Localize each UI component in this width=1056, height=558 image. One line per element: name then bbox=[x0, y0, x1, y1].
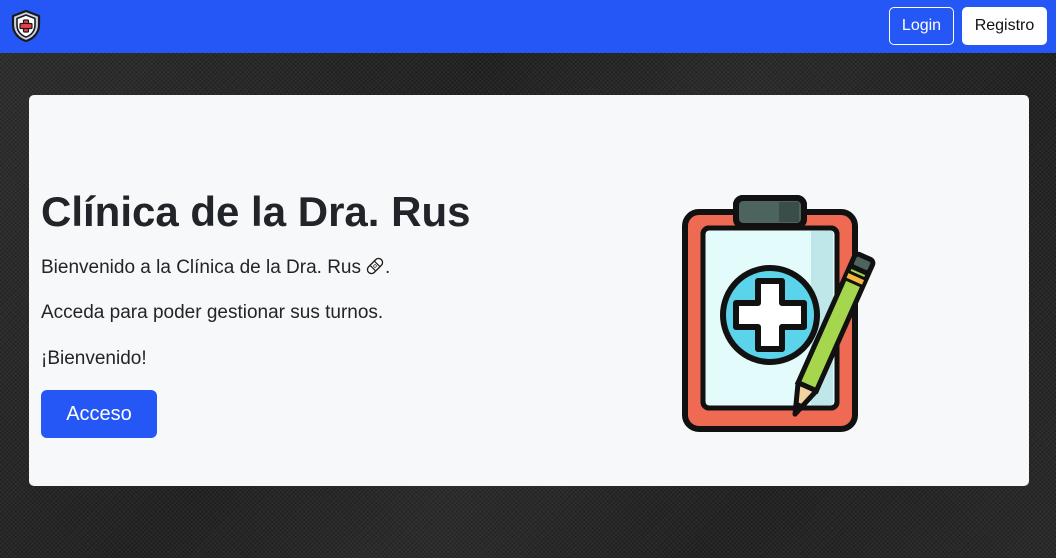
adhesive-bandage-icon bbox=[365, 256, 385, 283]
welcome-text-suffix: . bbox=[385, 257, 391, 278]
navbar: Login Registro bbox=[0, 0, 1056, 53]
welcome-text-label: Bienvenido a la Clínica de la Dra. Rus bbox=[41, 257, 362, 278]
acceso-button[interactable]: Acceso bbox=[41, 390, 157, 438]
registro-button[interactable]: Registro bbox=[962, 7, 1047, 45]
shield-medical-cross-icon[interactable] bbox=[9, 9, 43, 43]
hero-card: Clínica de la Dra. Rus Bienvenido a la C… bbox=[29, 95, 1029, 486]
access-text: Acceda para poder gestionar sus turnos. bbox=[41, 302, 384, 323]
login-button[interactable]: Login bbox=[889, 7, 954, 45]
welcome-text: Bienvenido a la Clínica de la Dra. Rus. bbox=[41, 256, 390, 283]
medical-clipboard-pencil-icon bbox=[679, 195, 889, 435]
page-title: Clínica de la Dra. Rus bbox=[41, 188, 471, 235]
greeting-text: ¡Bienvenido! bbox=[41, 348, 147, 369]
